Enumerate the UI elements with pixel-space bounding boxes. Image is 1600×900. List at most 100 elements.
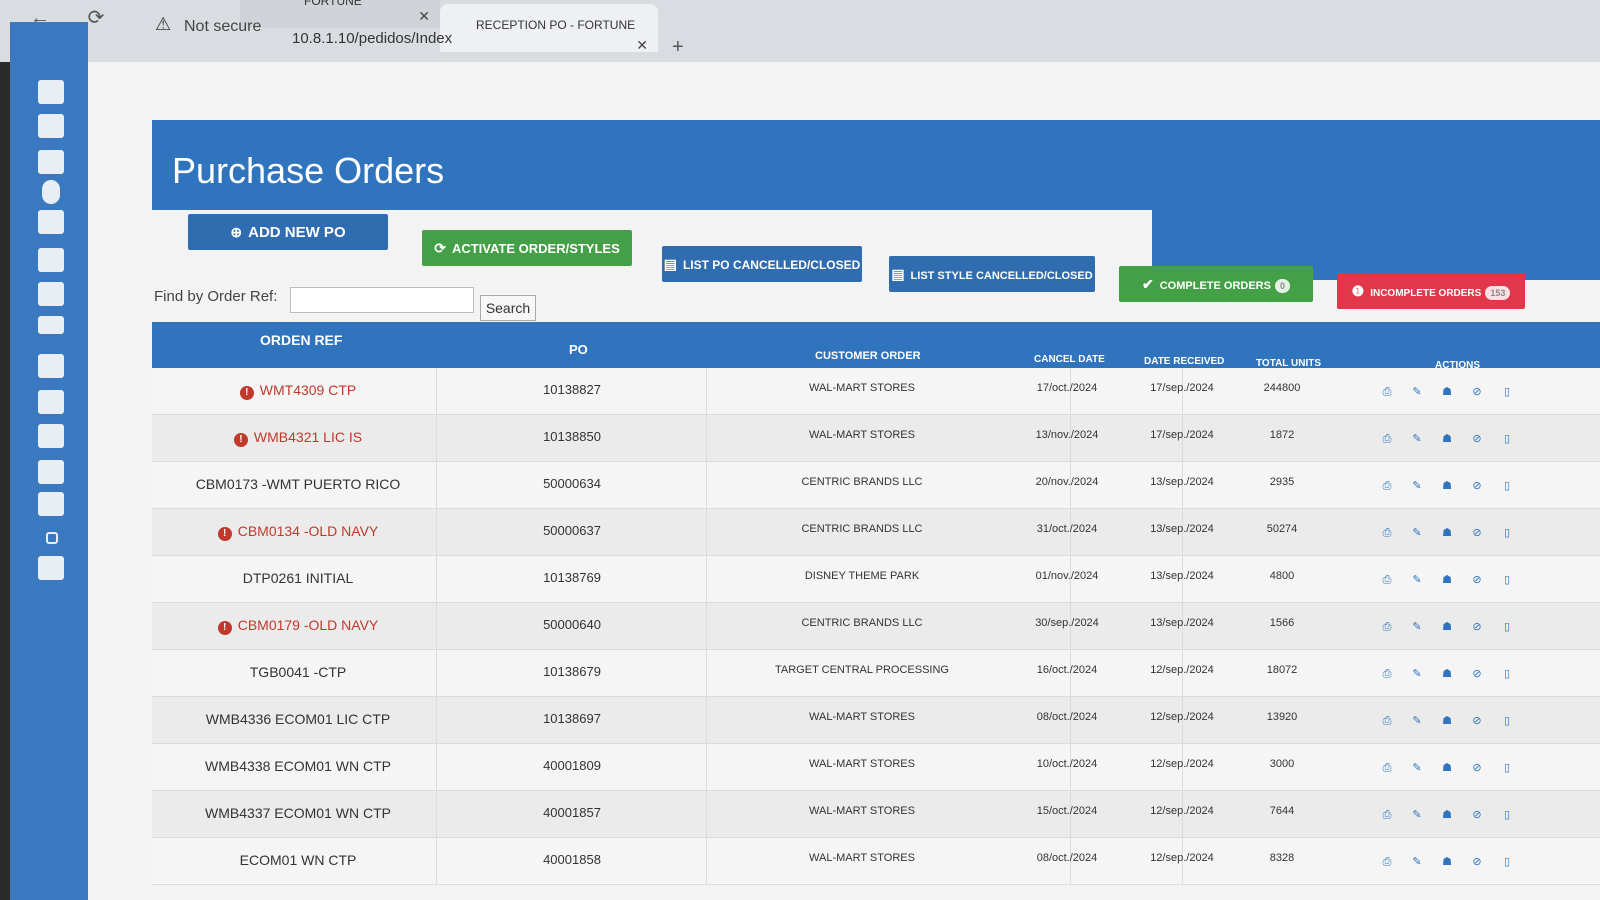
user-icon[interactable]: ☗ (1440, 855, 1454, 869)
book-icon[interactable] (38, 114, 64, 138)
users-icon[interactable] (38, 424, 64, 448)
document-icon[interactable]: ▯ (1500, 432, 1514, 446)
user-icon[interactable]: ☗ (1440, 526, 1454, 540)
edit-icon[interactable]: ✎ (1410, 385, 1424, 399)
document-icon[interactable]: ▯ (1500, 479, 1514, 493)
cross-icon[interactable] (38, 150, 64, 174)
edit-icon[interactable]: ✎ (1410, 620, 1424, 634)
table-row[interactable]: TGB0041 -CTP 10138679 TARGET CENTRAL PROCE… (152, 650, 1600, 697)
order-ref-search-input[interactable] (290, 287, 474, 313)
edit-icon[interactable]: ✎ (1410, 714, 1424, 728)
order-ref-cell[interactable]: ECOM01 WN CTP (158, 852, 438, 868)
edit-icon[interactable]: ✎ (1410, 667, 1424, 681)
order-ref-cell[interactable]: TGB0041 -CTP (158, 664, 438, 680)
user-icon[interactable]: ☗ (1440, 808, 1454, 822)
open-envelope-icon[interactable] (38, 390, 64, 414)
document-icon[interactable]: ▯ (1500, 855, 1514, 869)
book-icon[interactable] (38, 556, 64, 580)
document-icon[interactable]: ▯ (1500, 385, 1514, 399)
brush-icon[interactable] (38, 316, 64, 334)
tab-reception-po[interactable]: RECEPTION PO - FORTUNE ✕ (440, 4, 658, 54)
table-row[interactable]: ! CBM0179 -OLD NAVY 50000640 CENTRIC BRANDS… (152, 603, 1600, 650)
edit-icon[interactable]: ✎ (1410, 432, 1424, 446)
book-icon[interactable] (38, 492, 64, 516)
drop-icon[interactable] (42, 180, 60, 204)
cancel-icon[interactable]: ⊘ (1470, 855, 1484, 869)
table-row[interactable]: ! CBM0134 -OLD NAVY 50000637 CENTRIC BRANDS… (152, 509, 1600, 556)
document-icon[interactable]: ▯ (1500, 526, 1514, 540)
table-row[interactable]: ! WMB4321 LIC IS 10138850 WAL-MART STORES 13… (152, 415, 1600, 462)
cancel-icon[interactable]: ⊘ (1470, 667, 1484, 681)
print-icon[interactable]: ⎙ (1380, 667, 1394, 681)
column-customer-order[interactable]: CUSTOMER ORDER (815, 350, 921, 362)
print-icon[interactable]: ⎙ (1380, 385, 1394, 399)
print-icon[interactable]: ⎙ (1380, 573, 1394, 587)
order-ref-cell[interactable]: ! CBM0134 -OLD NAVY (158, 523, 438, 541)
cancel-icon[interactable]: ⊘ (1470, 432, 1484, 446)
table-row[interactable]: CBM0173 -WMT PUERTO RICO 50000634 CENTRIC … (152, 462, 1600, 509)
new-tab-button[interactable]: + (672, 36, 684, 59)
print-icon[interactable]: ⎙ (1380, 808, 1394, 822)
square-icon[interactable] (46, 532, 58, 544)
calendar-icon[interactable] (38, 210, 64, 234)
print-icon[interactable]: ⎙ (1380, 620, 1394, 634)
edit-icon[interactable]: ✎ (1410, 479, 1424, 493)
tab-fortune[interactable]: FORTUNE ✕ (240, 0, 440, 28)
complete-orders-button[interactable]: ✔ COMPLETE ORDERS 0 (1119, 266, 1313, 302)
table-row[interactable]: ECOM01 WN CTP 40001858 WAL-MART STORES 08/o… (152, 838, 1600, 885)
order-ref-cell[interactable]: WMB4338 ECOM01 WN CTP (158, 758, 438, 774)
table-row[interactable]: ! WMT4309 CTP 10138827 WAL-MART STORES 17/oc… (152, 368, 1600, 415)
user-icon[interactable]: ☗ (1440, 667, 1454, 681)
list-style-cancelled-button[interactable]: ▤ LIST STYLE CANCELLED/CLOSED (889, 256, 1095, 292)
order-ref-cell[interactable]: WMB4337 ECOM01 WN CTP (158, 805, 438, 821)
archive-icon[interactable] (38, 282, 64, 306)
list-po-cancelled-button[interactable]: ▤ LIST PO CANCELLED/CLOSED (662, 246, 862, 282)
document-icon[interactable]: ▯ (1500, 620, 1514, 634)
document-icon[interactable]: ▯ (1500, 573, 1514, 587)
document-icon[interactable]: ▯ (1500, 761, 1514, 775)
user-icon[interactable]: ☗ (1440, 714, 1454, 728)
table-row[interactable]: WMB4336 ECOM01 LIC CTP 10138697 WAL-MART S… (152, 697, 1600, 744)
document-icon[interactable]: ▯ (1500, 808, 1514, 822)
table-row[interactable]: WMB4337 ECOM01 WN CTP 40001857 WAL-MART ST… (152, 791, 1600, 838)
order-ref-cell[interactable]: ! WMT4309 CTP (158, 382, 438, 400)
print-icon[interactable]: ⎙ (1380, 761, 1394, 775)
document-icon[interactable]: ▯ (1500, 667, 1514, 681)
table-row[interactable]: DTP0261 INITIAL 10138769 DISNEY THEME PARK… (152, 556, 1600, 603)
user-icon[interactable]: ☗ (1440, 432, 1454, 446)
user-icon[interactable]: ☗ (1440, 479, 1454, 493)
address-bar-url[interactable]: 10.8.1.10/pedidos/Index (292, 30, 452, 47)
column-cancel-date[interactable]: CANCEL DATE (1034, 354, 1105, 365)
close-icon[interactable]: ✕ (418, 8, 430, 25)
column-po[interactable]: PO (569, 342, 588, 357)
edit-icon[interactable]: ✎ (1410, 808, 1424, 822)
cancel-icon[interactable]: ⊘ (1470, 808, 1484, 822)
activate-order-styles-button[interactable]: ⟳ ACTIVATE ORDER/STYLES (422, 230, 632, 266)
table-row[interactable]: WMB4338 ECOM01 WN CTP 40001809 WAL-MART ST… (152, 744, 1600, 791)
security-status[interactable]: Not secure (184, 18, 261, 36)
column-date-received[interactable]: DATE RECEIVED (1144, 356, 1224, 367)
user-icon[interactable]: ☗ (1440, 620, 1454, 634)
order-ref-cell[interactable]: WMB4336 ECOM01 LIC CTP (158, 711, 438, 727)
add-new-po-button[interactable]: ⊕ ADD NEW PO (188, 214, 388, 250)
cancel-icon[interactable]: ⊘ (1470, 385, 1484, 399)
edit-icon[interactable]: ✎ (1410, 761, 1424, 775)
book-icon[interactable] (38, 460, 64, 484)
print-icon[interactable]: ⎙ (1380, 432, 1394, 446)
user-icon[interactable]: ☗ (1440, 385, 1454, 399)
cancel-icon[interactable]: ⊘ (1470, 573, 1484, 587)
close-icon[interactable]: ✕ (636, 37, 648, 54)
search-button[interactable]: Search (480, 295, 536, 321)
cancel-icon[interactable]: ⊘ (1470, 620, 1484, 634)
truck-icon[interactable] (38, 354, 64, 378)
order-ref-cell[interactable]: DTP0261 INITIAL (158, 570, 438, 586)
column-orden-ref[interactable]: ORDEN REF (260, 332, 342, 348)
edit-icon[interactable]: ✎ (1410, 573, 1424, 587)
edit-icon[interactable]: ✎ (1410, 855, 1424, 869)
order-ref-cell[interactable]: CBM0173 -WMT PUERTO RICO (158, 476, 438, 492)
incomplete-orders-button[interactable]: ❶ INCOMPLETE ORDERS 153 (1337, 273, 1525, 309)
print-icon[interactable]: ⎙ (1380, 855, 1394, 869)
cancel-icon[interactable]: ⊘ (1470, 714, 1484, 728)
document-icon[interactable]: ▯ (1500, 714, 1514, 728)
edit-icon[interactable]: ✎ (1410, 526, 1424, 540)
